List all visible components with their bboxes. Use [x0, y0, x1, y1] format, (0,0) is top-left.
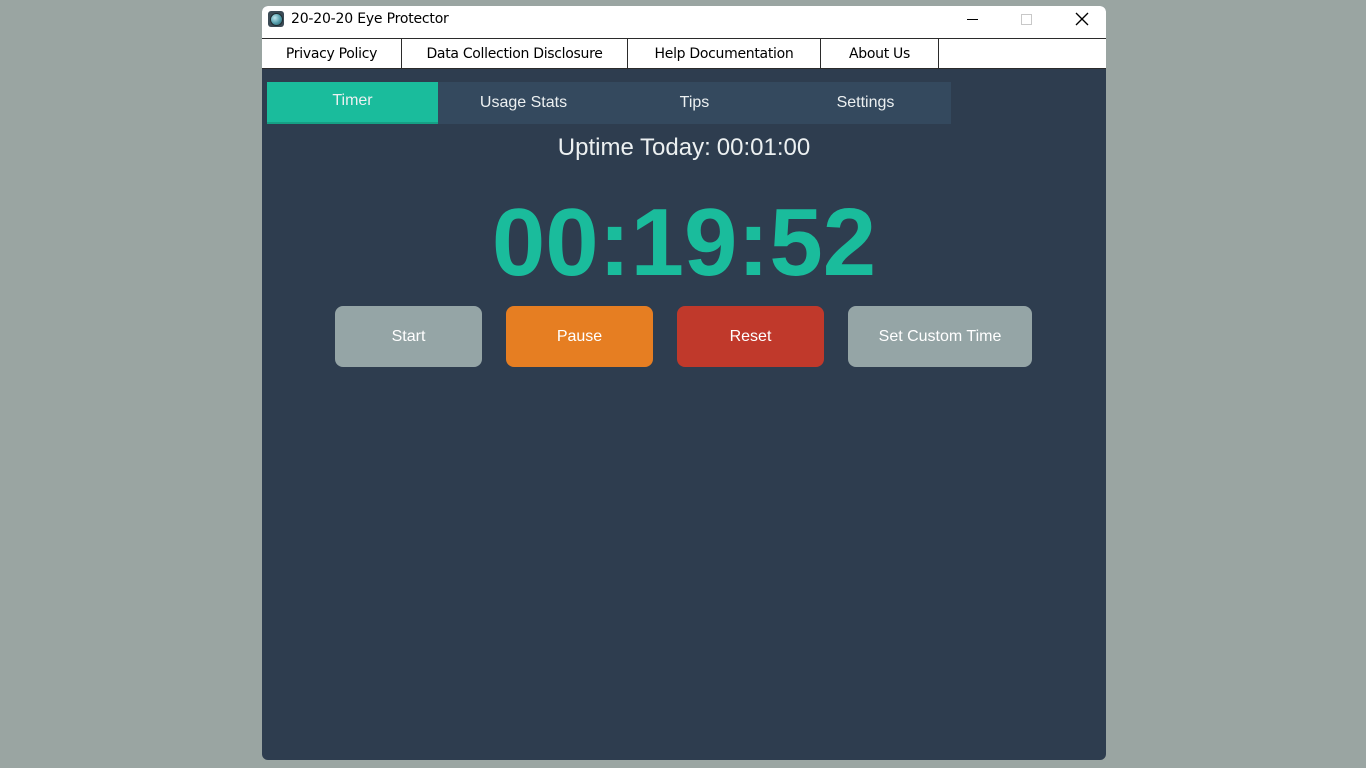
tab-settings[interactable]: Settings	[780, 82, 951, 124]
maximize-button[interactable]	[998, 6, 1054, 32]
uptime-display: Uptime Today: 00:01:00	[262, 134, 1106, 162]
close-button[interactable]	[1054, 6, 1106, 32]
menu-item-help-documentation[interactable]: Help Documentation	[628, 39, 821, 68]
window-title: 20-20-20 Eye Protector	[291, 11, 449, 27]
uptime-label: Uptime Today:	[557, 134, 711, 161]
globe-app-icon	[268, 11, 284, 27]
tab-bar: Timer Usage Stats Tips Settings	[267, 82, 951, 124]
start-button[interactable]: Start	[335, 306, 482, 367]
maximize-icon	[1020, 13, 1032, 25]
title-bar[interactable]: 20-20-20 Eye Protector	[262, 6, 1106, 38]
close-icon	[1075, 12, 1089, 26]
minimize-button[interactable]	[944, 6, 1000, 32]
menu-bar: Privacy Policy Data Collection Disclosur…	[262, 38, 1106, 69]
tab-usage-stats[interactable]: Usage Stats	[438, 82, 609, 124]
tab-timer[interactable]: Timer	[267, 82, 438, 124]
minimize-icon	[966, 18, 978, 20]
menu-item-privacy-policy[interactable]: Privacy Policy	[262, 39, 402, 68]
uptime-value: 00:01:00	[716, 134, 811, 161]
tab-tips[interactable]: Tips	[609, 82, 780, 124]
pause-button[interactable]: Pause	[506, 306, 653, 367]
app-window: 20-20-20 Eye Protector Privacy Policy Da…	[262, 6, 1106, 760]
set-custom-time-button[interactable]: Set Custom Time	[848, 306, 1032, 367]
menu-item-data-collection-disclosure[interactable]: Data Collection Disclosure	[402, 39, 628, 68]
countdown-timer: 00:19:52	[491, 189, 877, 296]
menu-item-about-us[interactable]: About Us	[821, 39, 939, 68]
reset-button[interactable]: Reset	[677, 306, 824, 367]
